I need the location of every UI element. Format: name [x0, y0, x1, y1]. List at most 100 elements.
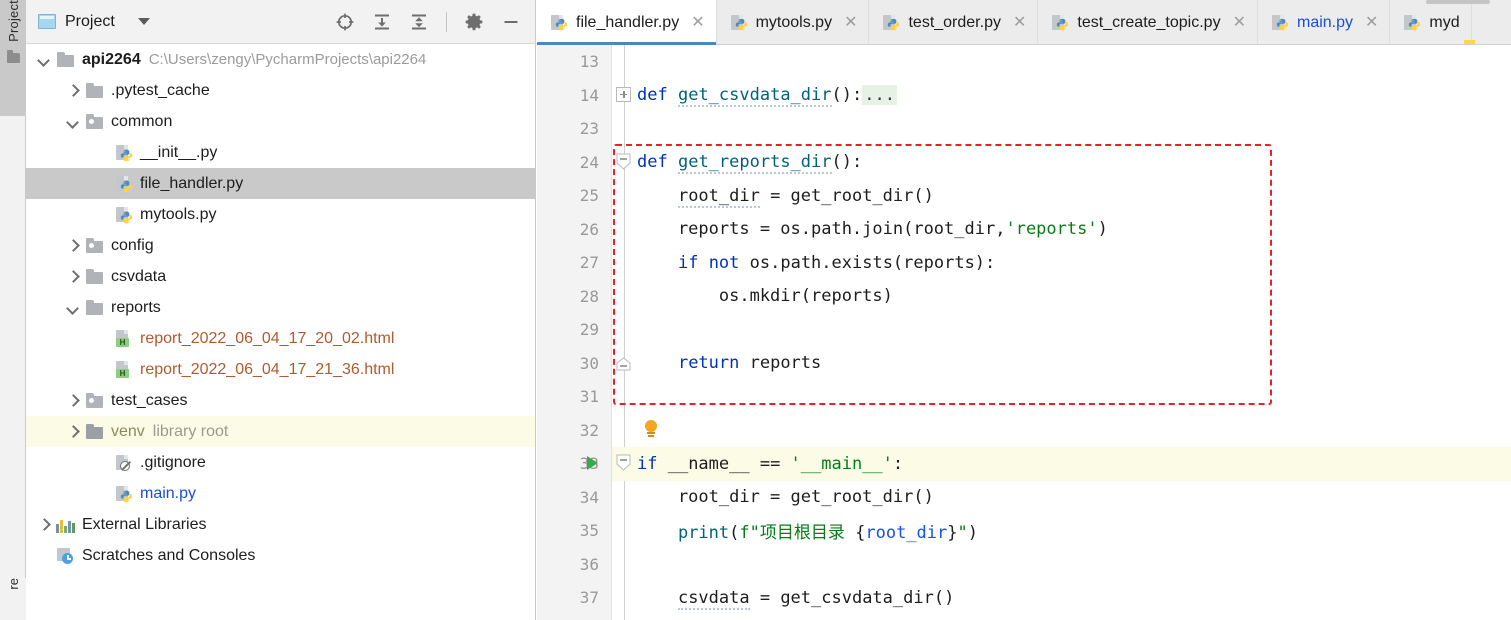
editor-tab-file-handler-py[interactable]: file_handler.py ✕ [537, 0, 717, 45]
editor-tab-main-py[interactable]: main.py ✕ [1257, 0, 1391, 45]
expand-all-icon[interactable] [372, 12, 392, 32]
tree-item-detail: C:\Users\zengy\PycharmProjects\api2264 [148, 51, 427, 68]
chevron-right-icon[interactable] [65, 269, 81, 285]
editor-horizontal-scroll-indicator[interactable] [1426, 0, 1490, 4]
tool-window-tab-structure[interactable]: re [0, 578, 26, 620]
chevron-right-icon[interactable] [65, 83, 81, 99]
close-icon[interactable]: ✕ [691, 14, 704, 31]
code-line-34[interactable]: 34 root_dir = get_root_dir() [537, 481, 1511, 515]
tree-item-reports[interactable]: reports [26, 292, 535, 323]
line-number: 34 [579, 487, 599, 507]
tree-item-label: csvdata [111, 267, 167, 285]
fold-collapse-icon[interactable] [616, 454, 631, 471]
code-line-35[interactable]: 35 print(f"项目根目录 {root_dir}") [537, 514, 1511, 548]
code-line-37[interactable]: 37 csvdata = get_csvdata_dir() [537, 581, 1511, 615]
chevron-right-icon[interactable] [65, 424, 81, 440]
editor-tab-myd[interactable]: myd [1390, 0, 1472, 45]
project-panel-title-group[interactable]: Project [38, 13, 150, 31]
close-icon[interactable]: ✕ [1013, 14, 1026, 31]
editor-tab-bar[interactable]: file_handler.py ✕ mytools.py ✕ test_order.py… [537, 0, 1511, 45]
close-icon[interactable]: ✕ [844, 14, 857, 31]
settings-gear-icon[interactable] [464, 12, 484, 32]
code-line-29[interactable]: 29 [537, 313, 1511, 347]
line-background [612, 380, 1511, 414]
tree-item-common[interactable]: common [26, 106, 535, 137]
tree-item-mytools-py[interactable]: mytools.py [26, 199, 535, 230]
folder-excluded-icon [85, 423, 104, 440]
tree-item--gitignore[interactable]: .gitignore [26, 447, 535, 478]
chevron-down-icon[interactable] [36, 52, 52, 68]
tree-item-external-libraries[interactable]: External Libraries [26, 509, 535, 540]
code-line-27[interactable]: 27 if not os.path.exists(reports): [537, 246, 1511, 280]
editor-tab-test-order-py[interactable]: test_order.py ✕ [869, 0, 1039, 45]
code-line-31[interactable]: 31 [537, 380, 1511, 414]
hide-icon[interactable] [501, 12, 521, 32]
folder-icon [6, 49, 20, 63]
code-line-32[interactable]: 32 [537, 414, 1511, 448]
code-line-14[interactable]: 14 def get_csvdata_dir():... [537, 79, 1511, 113]
code-editor[interactable]: 13 14 def get_csvdata_dir():... 23 24 def get… [537, 45, 1511, 620]
line-number: 29 [579, 320, 599, 340]
chevron-down-icon[interactable] [65, 114, 81, 130]
fold-expand-icon[interactable] [616, 86, 631, 102]
code-lines[interactable]: 13 14 def get_csvdata_dir():... 23 24 def get… [537, 45, 1511, 620]
chevron-down-icon[interactable] [65, 300, 81, 316]
tree-item-label: .pytest_cache [111, 81, 210, 99]
tree-item-venv[interactable]: venv library root [26, 416, 535, 447]
code-line-28[interactable]: 28 os.mkdir(reports) [537, 280, 1511, 314]
line-number: 23 [579, 119, 599, 139]
tree-item-label: reports [111, 298, 161, 316]
tree-item-label: file_handler.py [140, 174, 244, 192]
tree-item-report-2022-06-04-17-20-02-html[interactable]: Hreport_2022_06_04_17_20_02.html [26, 323, 535, 354]
chevron-down-icon[interactable] [137, 18, 150, 25]
editor-tab-test-create-topic-py[interactable]: test_create_topic.py ✕ [1038, 0, 1258, 45]
chevron-right-icon[interactable] [65, 238, 81, 254]
tree-item-label: common [111, 112, 173, 130]
tree-item-file-handler-py[interactable]: file_handler.py [26, 168, 535, 199]
tree-item-csvdata[interactable]: csvdata [26, 261, 535, 292]
chevron-right-icon[interactable] [36, 517, 52, 533]
code-line-25[interactable]: 25 root_dir = get_root_dir() [537, 179, 1511, 213]
editor-tab-mytools-py[interactable]: mytools.py ✕ [716, 0, 870, 45]
editor-tab-label: test_create_topic.py [1077, 13, 1221, 31]
code-line-24[interactable]: 24 def get_reports_dir(): [537, 146, 1511, 180]
project-tool-window: Project api2264 C:\Users\zengy\PycharmPr… [26, 0, 536, 620]
fold-collapse-icon[interactable] [616, 153, 631, 170]
code-line-30[interactable]: 30 return reports [537, 347, 1511, 381]
folder-icon [85, 268, 104, 285]
tree-item-config[interactable]: config [26, 230, 535, 261]
code-line-23[interactable]: 23 [537, 112, 1511, 146]
line-number: 32 [579, 420, 599, 440]
code-text: def get_csvdata_dir():... [637, 85, 897, 108]
project-tree[interactable]: api2264 C:\Users\zengy\PycharmProjects\ap… [26, 44, 535, 620]
tree-item-detail: library root [152, 422, 229, 440]
close-icon[interactable]: ✕ [1365, 14, 1378, 31]
line-number: 28 [579, 286, 599, 306]
close-icon[interactable]: ✕ [1233, 14, 1246, 31]
line-number: 35 [579, 521, 599, 541]
tool-window-tab-project[interactable]: Project [0, 0, 26, 116]
tree-item-main-py[interactable]: main.py [26, 478, 535, 509]
chevron-right-icon[interactable] [65, 393, 81, 409]
python-file-icon [1403, 14, 1421, 31]
line-number: 13 [579, 52, 599, 72]
tree-item--pytest-cache[interactable]: .pytest_cache [26, 75, 535, 106]
code-line-36[interactable]: 36 [537, 548, 1511, 582]
run-gutter-icon[interactable] [585, 456, 599, 470]
select-opened-file-icon[interactable] [335, 12, 355, 32]
tree-item-api2264[interactable]: api2264 C:\Users\zengy\PycharmProjects\ap… [26, 44, 535, 75]
code-line-13[interactable]: 13 [537, 45, 1511, 79]
code-line-26[interactable]: 26 reports = os.path.join(root_dir,'repo… [537, 213, 1511, 247]
tree-item-scratches-and-consoles[interactable]: Scratches and Consoles [26, 540, 535, 571]
line-background [612, 313, 1511, 347]
collapse-all-icon[interactable] [409, 12, 429, 32]
tree-item--init-py[interactable]: __init__.py [26, 137, 535, 168]
tree-item-report-2022-06-04-17-21-36-html[interactable]: Hreport_2022_06_04_17_21_36.html [26, 354, 535, 385]
tree-item-test-cases[interactable]: test_cases [26, 385, 535, 416]
tree-item-label: External Libraries [82, 515, 207, 533]
fold-region-end-icon[interactable] [616, 356, 631, 372]
code-line-33[interactable]: 33 if __name__ == '__main__': [537, 447, 1511, 481]
folder-icon [85, 299, 104, 316]
intention-bulb-icon[interactable] [643, 419, 659, 439]
